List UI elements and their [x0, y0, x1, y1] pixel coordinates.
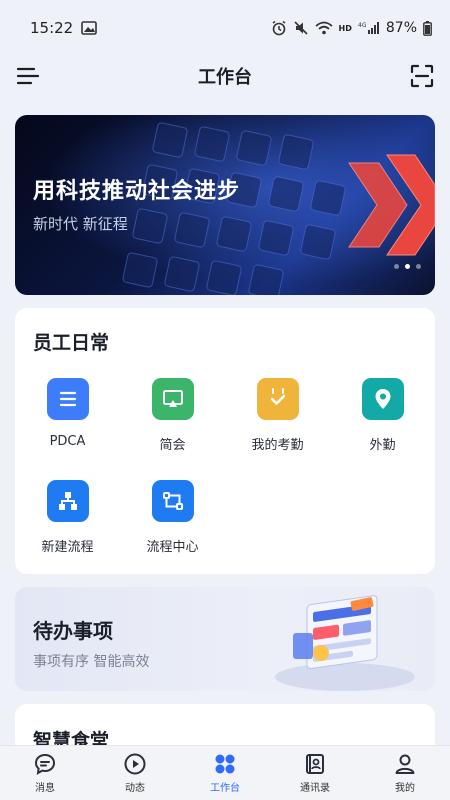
play-circle-icon [124, 753, 146, 775]
employee-daily-card: 员工日常 PDCA 简会 我的考勤 外勤 新建流程 流程中心 [15, 308, 435, 574]
nav-workbench[interactable]: 工作台 [180, 746, 270, 800]
nav-label: 我的 [395, 783, 415, 794]
banner-tech-graphic [15, 115, 435, 295]
mute-icon [293, 21, 308, 35]
app-my-attendance[interactable]: 我的考勤 [225, 378, 330, 468]
nav-profile[interactable]: 我的 [360, 746, 450, 800]
app-new-process[interactable]: 新建流程 [15, 480, 120, 570]
profile-icon [395, 754, 415, 774]
app-pdca[interactable]: PDCA [15, 378, 120, 468]
status-right: HD 4G 87% [271, 20, 432, 36]
nav-label: 消息 [35, 783, 55, 794]
app-label: 流程中心 [146, 540, 199, 555]
todo-title: 待办事项 [33, 619, 113, 643]
banner-title: 用科技推动社会进步 [33, 179, 241, 204]
bottom-nav: 消息 动态 工作台 通讯录 我的 [0, 745, 450, 800]
calendar-check-icon [256, 378, 299, 420]
scan-icon[interactable] [408, 62, 436, 90]
workbench-icon [215, 754, 235, 774]
todo-card[interactable]: 待办事项 事项有序 智能高效 [15, 587, 435, 691]
carousel-indicator [394, 264, 421, 269]
battery-percent: 87% [385, 20, 417, 36]
app-label: 简会 [159, 438, 186, 453]
app-label: PDCA [49, 434, 86, 449]
section-title: 员工日常 [33, 332, 110, 354]
app-header: 工作台 [0, 56, 450, 96]
nav-label: 动态 [125, 783, 145, 794]
gallery-notification-icon [81, 21, 98, 35]
app-label: 外勤 [369, 438, 396, 453]
app-label: 新建流程 [41, 540, 94, 555]
status-left: 15:22 [30, 19, 98, 37]
org-chart-icon [46, 480, 89, 522]
nav-label: 通讯录 [300, 783, 330, 794]
flow-icon [151, 480, 194, 522]
banner-subtitle: 新时代 新征程 [33, 215, 128, 233]
status-time: 15:22 [30, 19, 74, 37]
nav-feed[interactable]: 动态 [90, 746, 180, 800]
list-icon [46, 378, 89, 420]
location-pin-icon [361, 378, 404, 420]
message-icon [34, 753, 56, 775]
carousel-dot-active [405, 264, 410, 269]
app-field-work[interactable]: 外勤 [330, 378, 435, 468]
presentation-icon [151, 378, 194, 420]
menu-icon[interactable] [14, 62, 42, 90]
nav-contacts[interactable]: 通讯录 [270, 746, 360, 800]
page-title: 工作台 [198, 67, 252, 88]
app-brief-meeting[interactable]: 简会 [120, 378, 225, 468]
nav-label: 工作台 [210, 783, 240, 794]
contacts-icon [306, 754, 324, 774]
todo-subtitle: 事项有序 智能高效 [33, 654, 150, 670]
carousel-dot [416, 264, 421, 269]
cell-signal-icon: 4G [358, 22, 379, 34]
wifi-icon [314, 21, 333, 35]
status-bar: 15:22 HD 4G 87% [0, 0, 450, 56]
app-label: 我的考勤 [251, 438, 304, 453]
alarm-icon [272, 20, 285, 36]
carousel-dot [394, 264, 399, 269]
app-process-center[interactable]: 流程中心 [120, 480, 225, 570]
svg-text:4G: 4G [358, 22, 367, 29]
battery-icon [423, 20, 432, 36]
nav-messages[interactable]: 消息 [0, 746, 90, 800]
hd-label: HD [338, 23, 352, 33]
promo-banner[interactable]: 用科技推动社会进步 新时代 新征程 [15, 115, 435, 295]
